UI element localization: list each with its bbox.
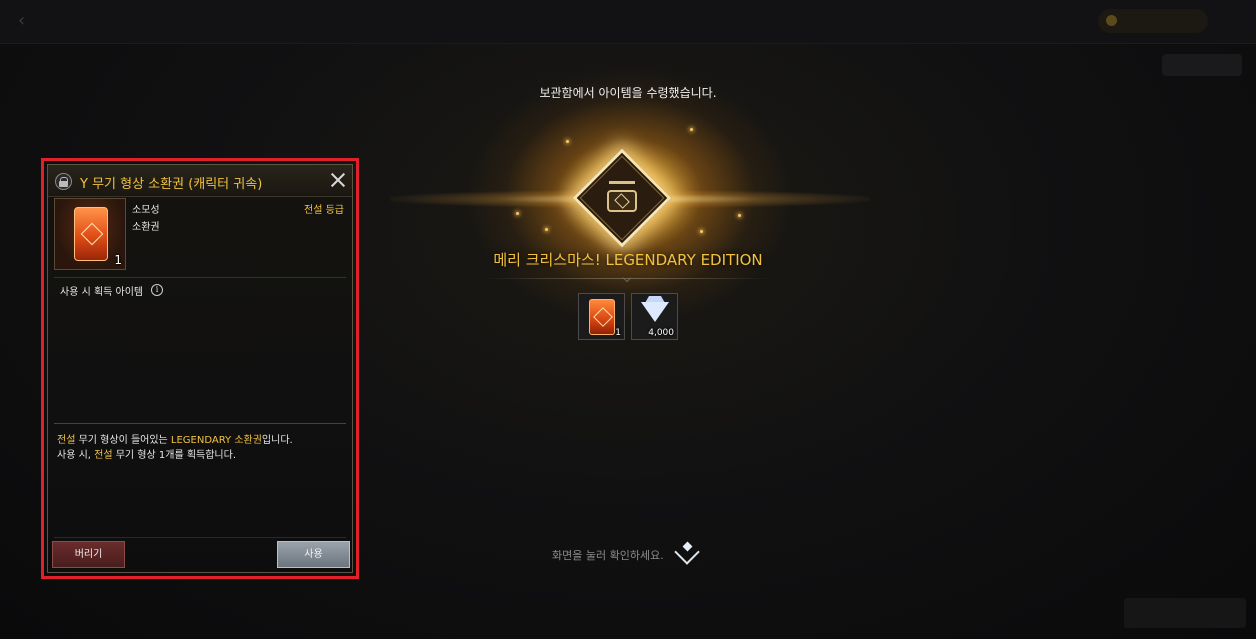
panel-header: Y 무기 형상 소환권 (캐릭터 귀속) [48,165,352,197]
divider [54,423,346,424]
reward-header: 보관함에서 아이템을 수령했습니다. [539,86,717,100]
grade-text: LEGENDARY 소환권 [170,435,262,446]
use-button[interactable]: 사용 [277,541,350,568]
desc-text: 무기 형상 1개를 획득합니다. [112,450,237,461]
sparkle [690,128,693,131]
summon-ticket-icon [74,207,108,261]
description-line-1: 전설 무기 형상이 들어있는 LEGENDARY 소환권입니다. [57,433,347,448]
item-description: 전설 무기 형상이 들어있는 LEGENDARY 소환권입니다. 사용 시, 전… [57,433,347,463]
item-type-consumable: 소모성 [132,205,160,216]
top-bar: ‹ [0,0,1256,44]
back-arrow-icon: ‹ [18,10,26,31]
item-detail-panel: Y 무기 형상 소환권 (캐릭터 귀속) 1 소모성 소환권 전설 등급 사용 … [47,164,353,573]
item-type-ticket: 소환권 [132,222,160,233]
reward-item-qty: 1 [615,328,621,338]
reward-item-ticket[interactable]: 1 [578,293,625,340]
grade-text: 전설 [94,450,113,461]
item-title: Y 무기 형상 소환권 (캐릭터 귀속) [80,177,263,192]
tap-to-confirm-hint[interactable]: 화면을 눌러 확인하세요. [552,547,664,563]
discard-button[interactable]: 버리기 [52,541,125,568]
sparkle [545,228,548,231]
info-icon[interactable]: i [151,284,163,296]
summon-ticket-icon [589,299,615,335]
desc-text: 입니다. [261,435,293,446]
sparkle [738,214,741,217]
coin-icon [1106,15,1117,26]
divider [54,537,346,538]
grade-text: 전설 [57,435,76,446]
diamond-icon-body [641,302,669,322]
sparkle [516,212,519,215]
desc-text: 사용 시, [57,450,95,461]
sparkle [566,140,569,143]
item-quantity: 1 [114,253,122,267]
background-footer-button [1124,598,1246,628]
reward-item-qty: 4,000 [648,328,674,338]
background-button [1162,54,1242,76]
divider [54,277,346,278]
item-icon-slot: 1 [54,198,126,270]
sparkle [700,230,703,233]
lock-icon [55,173,72,190]
item-grade: 전설 등급 [304,205,344,216]
close-icon[interactable] [330,172,346,188]
desc-text: 무기 형상이 들어있는 [75,435,171,446]
emblem-bar [609,181,635,184]
obtain-items-label: 사용 시 획득 아이템 [60,287,144,298]
description-line-2: 사용 시, 전설 무기 형상 1개를 획득합니다. [57,448,347,463]
reward-item-diamond[interactable]: 4,000 [631,293,678,340]
